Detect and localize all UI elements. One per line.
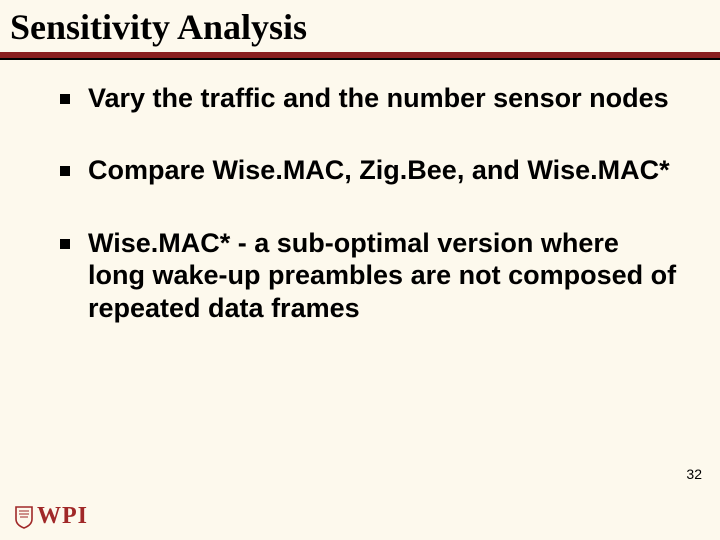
title-band: Sensitivity Analysis: [0, 0, 720, 52]
bullet-text: Vary the traffic and the number sensor n…: [88, 82, 669, 114]
bullet-item: Vary the traffic and the number sensor n…: [60, 82, 680, 114]
content-area: Vary the traffic and the number sensor n…: [0, 60, 720, 324]
slide-title: Sensitivity Analysis: [10, 6, 710, 48]
slide-number: 32: [686, 466, 702, 482]
bullet-square-icon: [60, 94, 70, 104]
bullet-square-icon: [60, 239, 70, 249]
wpi-crest-icon: [14, 505, 34, 529]
wpi-logo-text: WPI: [37, 503, 88, 530]
bullet-text: Wise.MAC* - a sub-optimal version where …: [88, 227, 680, 324]
bullet-item: Wise.MAC* - a sub-optimal version where …: [60, 227, 680, 324]
title-divider: [0, 52, 720, 60]
bullet-item: Compare Wise.MAC, Zig.Bee, and Wise.MAC*: [60, 154, 680, 186]
bullet-text: Compare Wise.MAC, Zig.Bee, and Wise.MAC*: [88, 154, 670, 186]
wpi-logo: WPI: [14, 503, 88, 530]
bullet-square-icon: [60, 166, 70, 176]
